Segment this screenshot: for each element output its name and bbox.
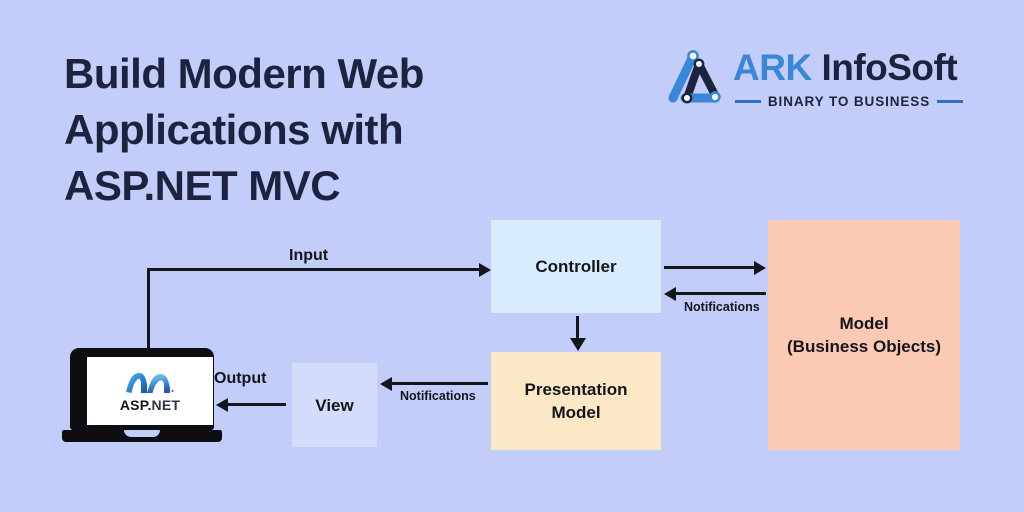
presentation-to-view-arrowhead <box>380 376 392 391</box>
laptop-lid: ASP.NET <box>70 348 214 430</box>
output-arrow-line <box>228 403 286 406</box>
model-to-controller-label: Notifications <box>684 300 760 314</box>
poster-canvas: Build Modern Web Applications with ASP.N… <box>0 0 1024 512</box>
diagram-box-controller: Controller <box>491 220 661 313</box>
controller-to-model-arrowhead <box>754 260 766 275</box>
aspnet-swoosh-icon <box>126 372 174 393</box>
aspnet-text-secondary: NET <box>151 396 181 413</box>
ark-infosoft-logo: ARK InfoSoft BINARY TO BUSINESS <box>663 46 964 112</box>
input-arrow-vertical-segment <box>147 268 150 350</box>
aspnet-logo: ASP.NET <box>87 366 213 416</box>
aspnet-wordmark: ASP.NET <box>120 397 180 413</box>
laptop-base-notch <box>124 430 160 437</box>
presentation-label-line-2: Model <box>551 403 601 422</box>
controller-label: Controller <box>535 257 617 276</box>
controller-to-presentation-arrowhead <box>569 338 586 351</box>
aspnet-text-primary: ASP. <box>119 396 152 413</box>
laptop-device: ASP.NET <box>62 348 222 448</box>
tagline-rule-right <box>937 100 964 103</box>
logo-tagline-row: BINARY TO BUSINESS <box>735 94 964 109</box>
controller-to-model-line <box>664 266 756 269</box>
diagram-box-model: Model (Business Objects) <box>768 220 960 450</box>
logo-tagline: BINARY TO BUSINESS <box>767 94 931 109</box>
presentation-to-view-label: Notifications <box>400 389 476 403</box>
presentation-model-label: Presentation Model <box>525 378 628 424</box>
headline-line-1: Build Modern Web <box>64 50 424 97</box>
model-to-controller-arrowhead <box>664 286 676 301</box>
controller-to-presentation-line <box>576 316 579 340</box>
page-title: Build Modern Web Applications with ASP.N… <box>64 46 534 214</box>
input-arrow-horizontal-segment <box>147 268 480 271</box>
headline-line-2: Applications with <box>64 106 404 153</box>
view-label: View <box>315 395 354 415</box>
model-label-line-2: (Business Objects) <box>787 337 941 356</box>
laptop-camera-notch <box>134 348 166 355</box>
model-label: Model (Business Objects) <box>787 312 941 358</box>
diagram-box-presentation-model: Presentation Model <box>491 352 661 450</box>
input-arrowhead <box>479 262 491 277</box>
logo-brand-secondary: InfoSoft <box>821 47 958 88</box>
presentation-label-line-1: Presentation <box>524 380 628 399</box>
headline-line-3: ASP.NET MVC <box>64 162 341 209</box>
model-label-line-1: Model <box>839 314 889 333</box>
output-arrow-label: Output <box>214 370 267 387</box>
model-to-controller-line <box>676 292 766 295</box>
presentation-to-view-line <box>392 382 488 385</box>
diagram-box-view: View <box>292 363 377 447</box>
input-arrow-label: Input <box>289 247 329 264</box>
logo-brand-primary: ARK <box>733 47 812 88</box>
output-arrowhead <box>216 397 228 412</box>
logo-wordmark: ARK InfoSoft <box>733 46 958 90</box>
tagline-rule-left <box>735 100 761 103</box>
ark-triangle-mark-icon <box>668 50 721 104</box>
